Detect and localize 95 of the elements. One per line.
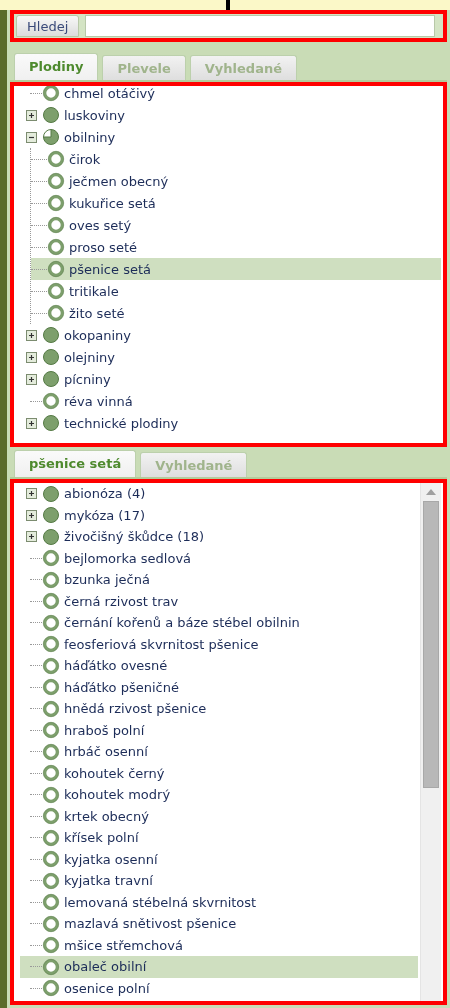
plus-box-icon[interactable] xyxy=(26,109,37,121)
ring-icon xyxy=(42,742,60,761)
plus-box-icon[interactable] xyxy=(26,488,37,500)
tree-item[interactable]: živočišný škůdce (18) xyxy=(20,526,418,548)
ring-icon xyxy=(42,957,60,976)
scrollbar[interactable] xyxy=(420,483,441,1001)
tree-item[interactable]: abionóza (4) xyxy=(20,483,418,505)
ring-icon xyxy=(42,592,60,611)
plus-box-icon[interactable] xyxy=(26,417,37,429)
tab[interactable]: pšenice setá xyxy=(14,450,137,477)
tree-item[interactable]: olejniny xyxy=(20,346,441,368)
tree-item[interactable]: černání kořenů a báze stébel obilnin xyxy=(20,612,418,634)
tree-item[interactable]: kyjatka osenní xyxy=(20,848,418,870)
tree-item[interactable]: lemovaná stébelná skvrnitost xyxy=(20,891,418,913)
ring-icon xyxy=(42,656,60,675)
ring-icon xyxy=(47,216,65,234)
tree-item[interactable]: technické plodiny xyxy=(20,412,441,434)
tree-item[interactable]: oves setý xyxy=(31,214,441,236)
ring-icon xyxy=(42,570,60,589)
tree-item[interactable]: feosferiová skvrnitost pšenice xyxy=(20,633,418,655)
plus-box-icon[interactable] xyxy=(26,329,37,341)
tree-item[interactable]: mykóza (17) xyxy=(20,504,418,526)
ring-icon xyxy=(47,304,65,322)
ring-icon xyxy=(47,194,65,212)
tree-item[interactable]: pšenice setá xyxy=(31,258,441,280)
tree-item[interactable]: hnědá rzivost pšenice xyxy=(20,698,418,720)
tree-item[interactable]: obaleč obilní xyxy=(20,956,418,978)
pie-icon xyxy=(42,128,60,146)
tree-item[interactable]: osenice polní xyxy=(20,977,418,999)
tree-item[interactable]: háďátko pšeničné xyxy=(20,676,418,698)
tree-item[interactable]: luskoviny xyxy=(20,104,441,126)
tree-item[interactable]: žito seté xyxy=(31,302,441,324)
tree-item[interactable]: hrbáč osenní xyxy=(20,741,418,763)
tree-item[interactable]: mazlavá snětivost pšenice xyxy=(20,913,418,935)
circle-icon xyxy=(42,106,60,124)
ring-icon xyxy=(42,613,60,632)
plus-box-icon[interactable] xyxy=(26,531,37,543)
tree-item[interactable]: křísek polní xyxy=(20,827,418,849)
tree-item[interactable]: réva vinná xyxy=(20,390,441,412)
tree-item[interactable]: chmel otáčivý xyxy=(20,86,441,104)
ring-icon xyxy=(42,721,60,740)
plus-box-icon[interactable] xyxy=(26,373,37,385)
ring-icon xyxy=(47,282,65,300)
ring-icon xyxy=(42,979,60,998)
circle-icon xyxy=(42,506,60,525)
tree-item[interactable]: bzunka ječná xyxy=(20,569,418,591)
circle-icon xyxy=(42,326,60,344)
tree-item[interactable]: mšice střemchová xyxy=(20,934,418,956)
ring-icon xyxy=(47,238,65,256)
tree-item[interactable]: krtek obecný xyxy=(20,805,418,827)
scrollbar-thumb[interactable] xyxy=(423,501,439,788)
search-field[interactable] xyxy=(85,15,435,37)
ring-icon xyxy=(47,150,65,168)
ring-icon xyxy=(42,678,60,697)
tab[interactable]: Plodiny xyxy=(14,53,99,80)
tree-item[interactable]: obilniny xyxy=(20,126,441,148)
circle-icon xyxy=(42,527,60,546)
plus-box-icon[interactable] xyxy=(26,351,37,363)
ring-icon xyxy=(42,936,60,955)
tree-item[interactable]: ječmen obecný xyxy=(31,170,441,192)
circle-icon xyxy=(42,414,60,432)
ring-icon xyxy=(42,893,60,912)
ring-icon xyxy=(42,699,60,718)
ring-icon xyxy=(42,807,60,826)
tree-item[interactable]: černá rzivost trav xyxy=(20,590,418,612)
tree-item[interactable]: pícniny xyxy=(20,368,441,390)
ring-icon xyxy=(42,635,60,654)
tree-item[interactable]: okopaniny xyxy=(20,324,441,346)
ring-icon xyxy=(42,850,60,869)
tree-item[interactable]: háďátko ovesné xyxy=(20,655,418,677)
ring-icon xyxy=(42,828,60,847)
tree-item[interactable]: hraboš polní xyxy=(20,719,418,741)
ring-icon xyxy=(42,549,60,568)
search-button[interactable]: Hledej xyxy=(16,15,80,37)
minus-box-icon[interactable] xyxy=(26,131,37,143)
ring-icon xyxy=(42,764,60,783)
ring-icon xyxy=(47,260,65,278)
tree-item[interactable]: tritikale xyxy=(31,280,441,302)
circle-icon xyxy=(42,484,60,503)
tree-item[interactable]: kohoutek černý xyxy=(20,762,418,784)
ring-icon xyxy=(42,86,60,102)
tree-item[interactable]: čirok xyxy=(31,148,441,170)
circle-icon xyxy=(42,348,60,366)
tree-item[interactable]: kukuřice setá xyxy=(31,192,441,214)
tree-item[interactable]: proso seté xyxy=(31,236,441,258)
ring-icon xyxy=(42,871,60,890)
tree-item[interactable]: kohoutek modrý xyxy=(20,784,418,806)
ring-icon xyxy=(42,914,60,933)
plus-box-icon[interactable] xyxy=(26,509,37,521)
ring-icon xyxy=(42,785,60,804)
tree-item[interactable]: bejlomorka sedlová xyxy=(20,547,418,569)
tree-item[interactable]: kyjatka travní xyxy=(20,870,418,892)
ring-icon xyxy=(47,172,65,190)
circle-icon xyxy=(42,370,60,388)
ring-icon xyxy=(42,392,60,410)
